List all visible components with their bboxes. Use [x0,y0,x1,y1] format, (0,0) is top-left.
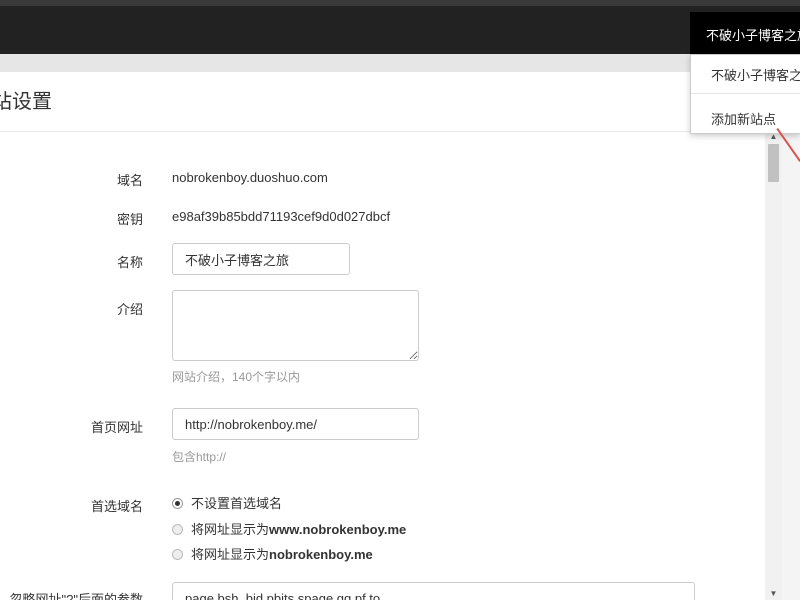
vertical-scrollbar[interactable]: ▲ ▼ [765,130,782,600]
homepage-label: 首页网址 [90,420,143,435]
scroll-thumb[interactable] [768,144,779,182]
site-switcher-button[interactable]: 不破小子博客之旅 [690,12,800,60]
homepage-help-text: 包含http:// [172,450,227,464]
domain-label: 域名 [116,173,143,188]
site-dropdown-menu: 不破小子博客之旅 添加新站点 [690,54,800,134]
radio-no-preferred-domain[interactable]: 不设置首选域名 [172,494,282,514]
radio-option-label: 将网址显示为 [191,522,270,537]
name-label: 名称 [116,255,143,270]
top-navbar: 不破小子博客之旅 [0,0,800,60]
ignore-params-input[interactable] [172,582,695,600]
intro-textarea[interactable] [172,290,419,361]
radio-unchecked-icon[interactable] [172,524,183,536]
radio-unchecked-icon[interactable] [172,549,183,561]
radio-www-domain[interactable]: 将网址显示为www.nobrokenboy.me [172,520,406,540]
settings-panel: 站设置 域名 nobrokenboy.duoshuo.com 密钥 e98af3… [0,72,766,600]
name-input[interactable] [172,243,350,275]
intro-help-text: 网站介绍，140个字以内 [172,370,301,384]
dropdown-item-current-site[interactable]: 不破小子博客之旅 [691,65,800,84]
radio-bare-domain[interactable]: 将网址显示为nobrokenboy.me [172,545,373,565]
intro-label: 介绍 [116,302,143,317]
radio-option-label: 将网址显示为 [191,547,270,562]
secret-label: 密钥 [116,212,143,227]
preferred-domain-label: 首选域名 [90,499,143,514]
radio-checked-icon[interactable] [172,498,183,510]
radio-option-label: 不设置首选域名 [191,496,283,511]
sub-navbar [0,54,800,72]
page-title: 站设置 [0,72,765,132]
radio-option-domain: www.nobrokenboy.me [269,522,407,537]
dropdown-divider [691,93,800,94]
secret-value: e98af39b85bdd71193cef9d0d027dbcf [172,209,391,224]
radio-option-domain: nobrokenboy.me [269,547,373,562]
domain-value: nobrokenboy.duoshuo.com [172,170,328,185]
ignore-params-label: 忽略网址"?"后面的参数 [9,592,143,600]
dropdown-item-add-site[interactable]: 添加新站点 [691,109,800,128]
scroll-down-arrow-icon[interactable]: ▼ [765,587,782,600]
homepage-input[interactable] [172,408,419,440]
